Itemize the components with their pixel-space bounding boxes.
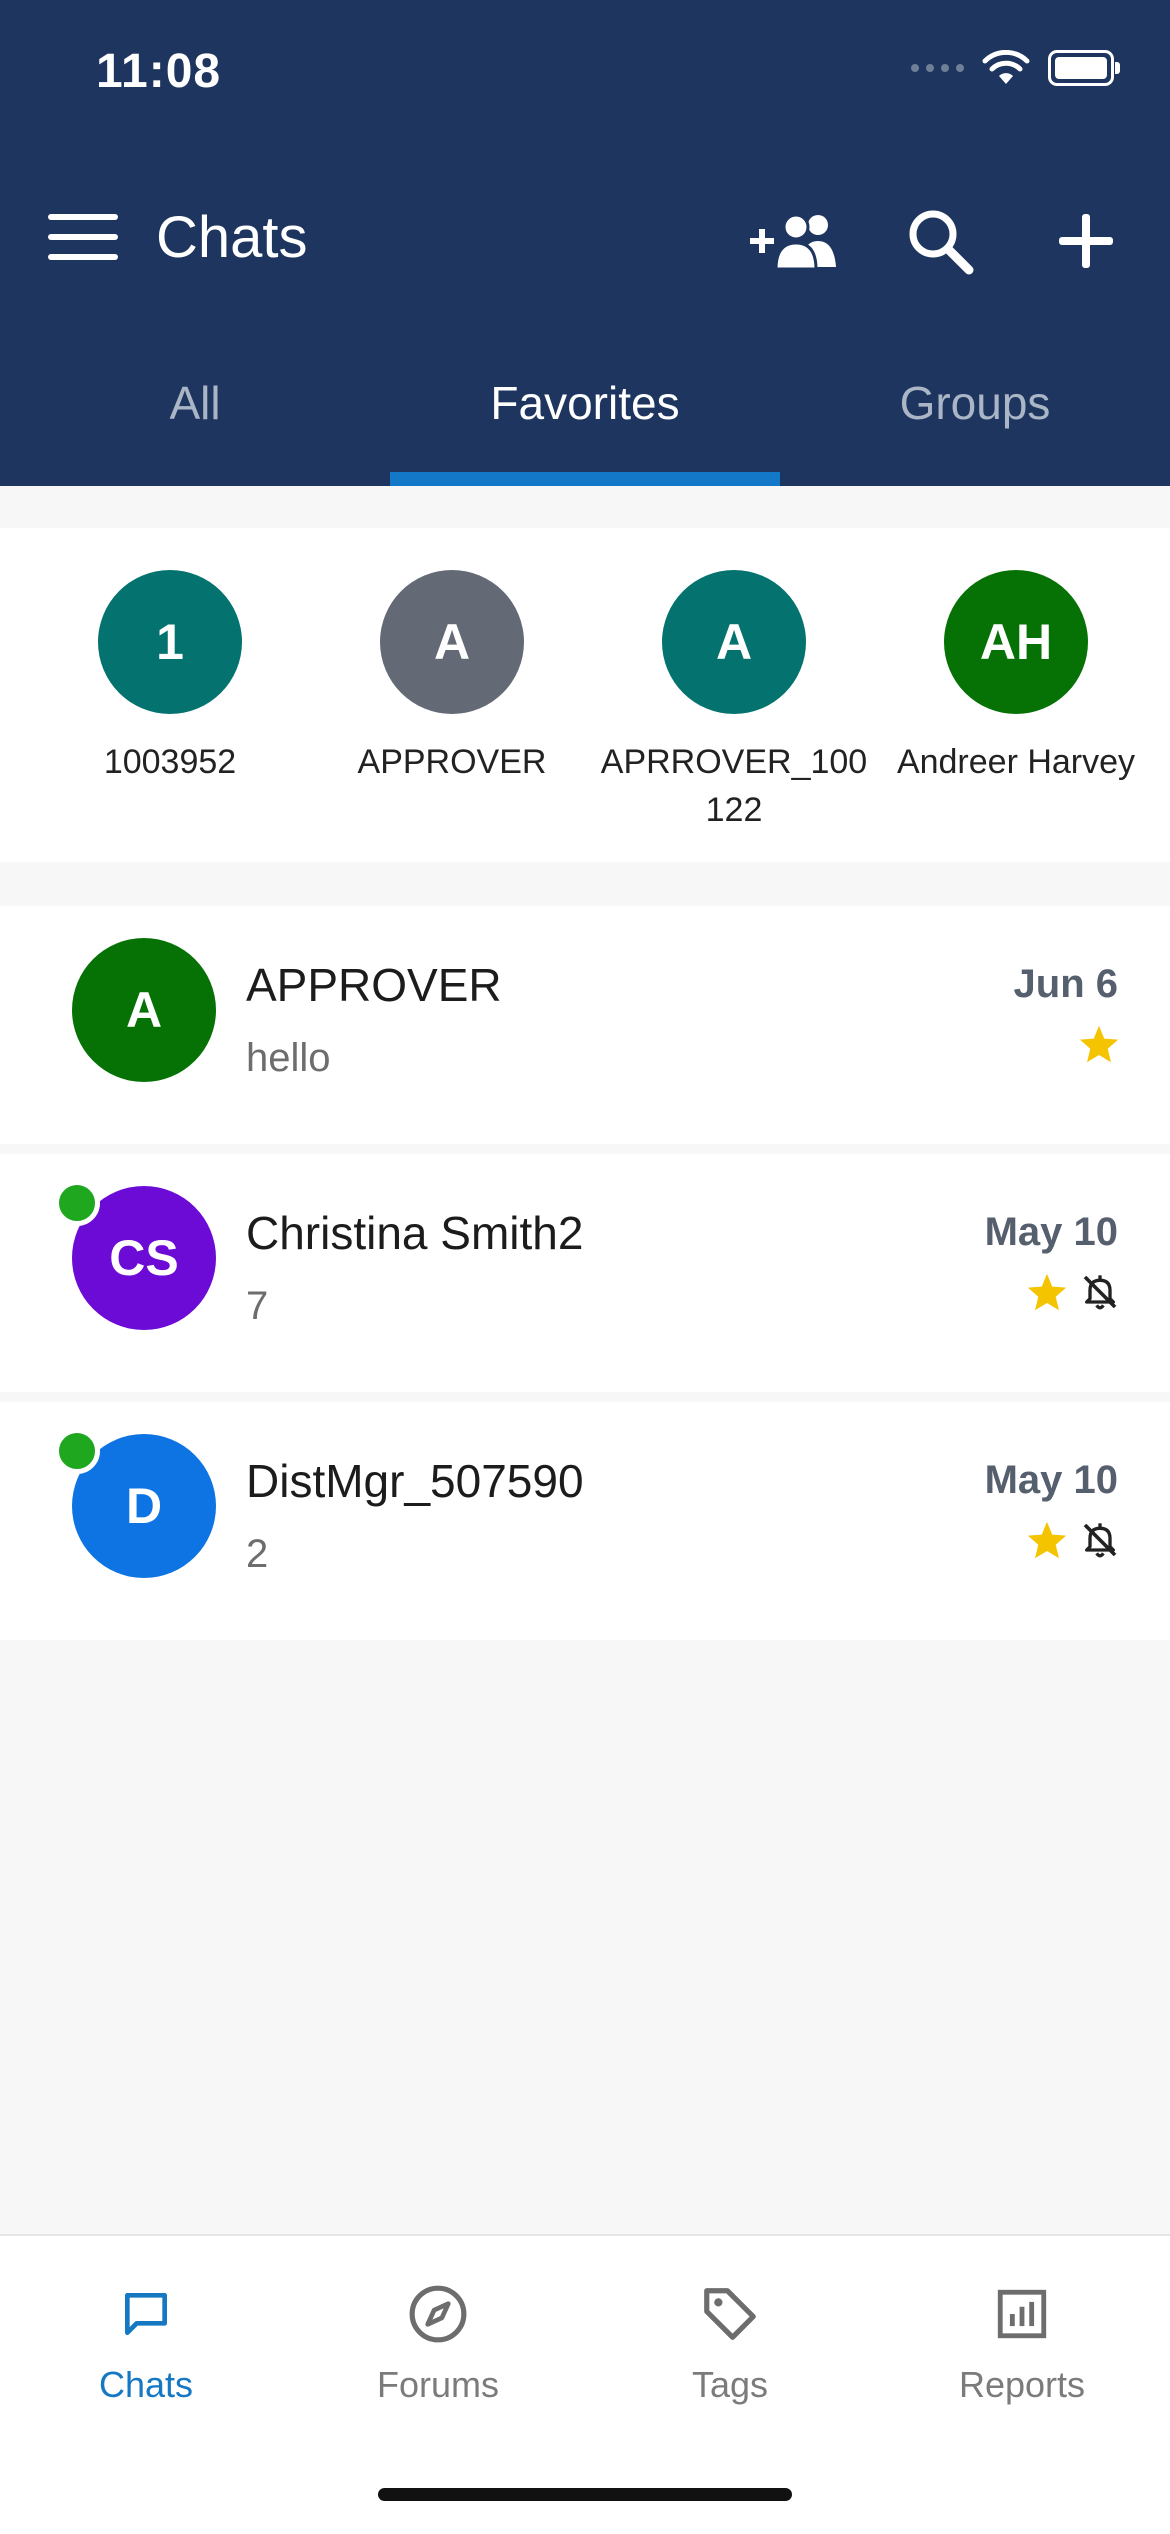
chat-status-icons — [1078, 1024, 1120, 1064]
avatar: A — [72, 938, 216, 1082]
chat-list-item[interactable]: A APPROVER hello Jun 6 — [0, 906, 1170, 1144]
bar-chart-icon — [997, 2289, 1047, 2339]
favorite-contact[interactable]: AH Andreer Harvey — [875, 570, 1157, 786]
compass-icon — [409, 2285, 467, 2343]
battery-icon — [1048, 50, 1120, 86]
tab-all[interactable]: All — [0, 358, 390, 486]
favorite-contact[interactable]: A APPROVER — [311, 570, 593, 786]
chat-last-message: 2 — [246, 1532, 269, 1576]
favorite-name: APPROVER — [357, 743, 547, 781]
favorite-name: 1003952 — [103, 743, 237, 781]
menu-icon[interactable] — [48, 214, 118, 260]
chat-list-item[interactable]: CS Christina Smith2 7 May 10 — [0, 1154, 1170, 1392]
new-chat-button[interactable] — [1038, 196, 1134, 286]
chat-status-icons — [1026, 1520, 1120, 1560]
muted-bell-icon — [1083, 1523, 1117, 1558]
chat-date: May 10 — [984, 1210, 1118, 1254]
chat-tabs: All Favorites Groups — [0, 358, 1170, 486]
favorite-contact[interactable]: 1 1003952 — [29, 570, 311, 786]
favorites-strip: 1 1003952 A APPROVER A APRROVER_100122 A… — [0, 528, 1170, 862]
tab-groups[interactable]: Groups — [780, 358, 1170, 486]
cellular-signal-icon — [911, 64, 964, 72]
nav-reports[interactable]: Reports — [876, 2276, 1168, 2406]
plus-icon — [1059, 214, 1113, 268]
avatar: 1 — [98, 570, 242, 714]
avatar: A — [662, 570, 806, 714]
chat-name: Christina Smith2 — [246, 1207, 584, 1259]
favorite-contact[interactable]: A APRROVER_100122 — [593, 570, 875, 834]
chat-date: Jun 6 — [1013, 962, 1118, 1006]
home-indicator — [378, 2488, 792, 2501]
nav-label: Forums — [376, 2364, 499, 2405]
chat-status-icons — [1026, 1272, 1120, 1312]
nav-label: Chats — [98, 2364, 194, 2405]
online-status-dot — [54, 1180, 100, 1226]
nav-label: Reports — [958, 2364, 1086, 2405]
star-icon — [1027, 1521, 1067, 1559]
chat-last-message: 7 — [246, 1284, 269, 1328]
muted-bell-icon — [1083, 1275, 1117, 1310]
chat-date: May 10 — [984, 1458, 1118, 1502]
search-icon — [909, 210, 974, 275]
search-button[interactable] — [892, 196, 988, 286]
star-icon — [1079, 1025, 1119, 1063]
chat-name: DistMgr_507590 — [246, 1455, 584, 1507]
tab-favorites[interactable]: Favorites — [390, 358, 780, 486]
online-status-dot — [54, 1428, 100, 1474]
nav-forums[interactable]: Forums — [292, 2276, 584, 2406]
tab-favorites-label: Favorites — [490, 377, 680, 429]
nav-chats[interactable]: Chats — [0, 2276, 292, 2406]
chat-bubble-icon — [125, 2293, 168, 2335]
active-tab-indicator — [390, 472, 780, 486]
add-contact-button[interactable] — [748, 196, 844, 286]
app-header: 11:08 Chats All Favorites Groups — [0, 0, 1170, 486]
chat-list-item[interactable]: D DistMgr_507590 2 May 10 — [0, 1402, 1170, 1640]
add-person-icon — [750, 213, 836, 271]
wifi-icon — [982, 50, 1030, 84]
status-icons — [911, 50, 1120, 86]
nav-label: Tags — [691, 2364, 769, 2405]
avatar: AH — [944, 570, 1088, 714]
star-icon — [1027, 1273, 1067, 1311]
chat-last-message: hello — [246, 1036, 331, 1080]
chat-name: APPROVER — [246, 959, 502, 1011]
avatar: A — [380, 570, 524, 714]
favorite-name: APRROVER_100122 — [600, 743, 868, 829]
status-time: 11:08 — [96, 45, 222, 98]
favorite-name: Andreer Harvey — [896, 743, 1136, 781]
nav-tags[interactable]: Tags — [584, 2276, 876, 2406]
tag-icon — [704, 2288, 756, 2340]
page-title: Chats — [156, 205, 308, 270]
